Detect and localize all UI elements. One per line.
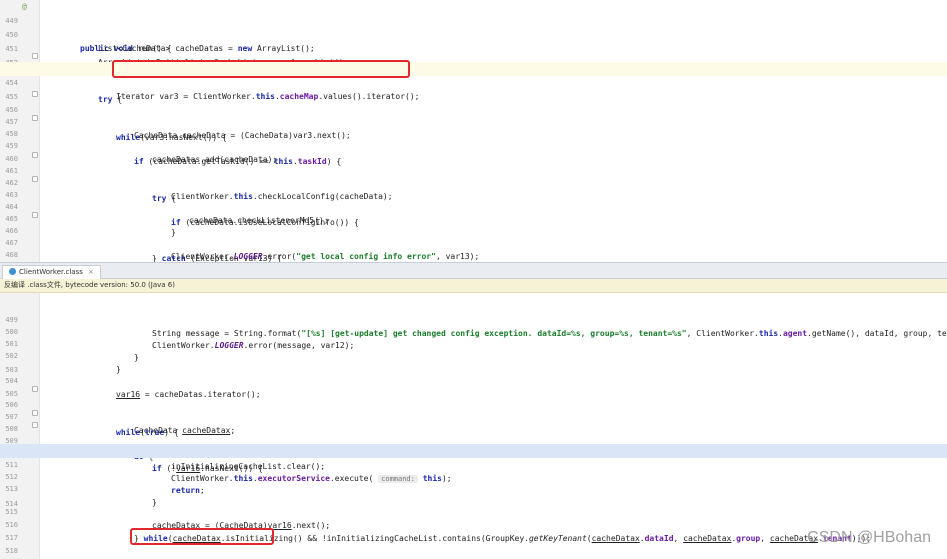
fold-icon[interactable]	[32, 212, 38, 218]
tab-label: ClientWorker.class	[19, 268, 83, 276]
fold-icon[interactable]	[32, 386, 38, 392]
code-line[interactable]: 451 ArrayList inInitializingCacheList = …	[0, 28, 947, 67]
decompiled-info-bar: 反编译 .class文件, bytecode version: 50.0 (Ja…	[0, 279, 947, 293]
highlight-box-checklistenermd5	[130, 528, 274, 545]
override-marker-icon[interactable]: @	[22, 0, 27, 14]
editor-pane-top[interactable]: 449 @ public void run() { 450 List<Cache…	[0, 0, 947, 262]
class-file-icon	[9, 268, 16, 275]
editor-pane-bottom[interactable]: 499 String message = String.format("[%s]…	[0, 293, 947, 559]
fold-icon[interactable]	[32, 152, 38, 158]
info-bar-text: 反编译 .class文件, bytecode version: 50.0 (Ja…	[4, 281, 175, 289]
code-line[interactable]: 513 }	[0, 468, 947, 507]
fold-icon[interactable]	[32, 115, 38, 121]
fold-icon[interactable]	[32, 176, 38, 182]
code-line[interactable]: 450 List<CacheData> cacheDatas = new Arr…	[0, 14, 947, 53]
code-line[interactable]: 504 var16 = cacheDatas.iterator();	[0, 360, 947, 399]
code-line[interactable]: 515 cacheDatax = (CacheData)var16.next()…	[0, 491, 947, 530]
code-line[interactable]: 459 cacheDatas.add(cacheData);	[0, 125, 947, 164]
code-line[interactable]: 449 @ public void run() {	[0, 0, 947, 53]
code-line[interactable]: 516 } while(cacheDatax.isInitializing() …	[0, 504, 947, 543]
highlight-box-iterator	[112, 60, 410, 78]
editor-tab-bar: ClientWorker.class ×	[0, 262, 947, 279]
fold-icon[interactable]	[32, 53, 38, 59]
csdn-watermark: CSDN @HBohan	[807, 529, 931, 546]
fold-icon[interactable]	[32, 91, 38, 97]
code-line[interactable]: 455	[0, 76, 947, 101]
code-line[interactable]: 502 }	[0, 335, 947, 374]
tab-close-icon[interactable]: ×	[88, 268, 94, 276]
tab-clientworker-class[interactable]: ClientWorker.class ×	[2, 265, 101, 279]
fold-icon[interactable]	[32, 422, 38, 428]
fold-icon[interactable]	[32, 410, 38, 416]
